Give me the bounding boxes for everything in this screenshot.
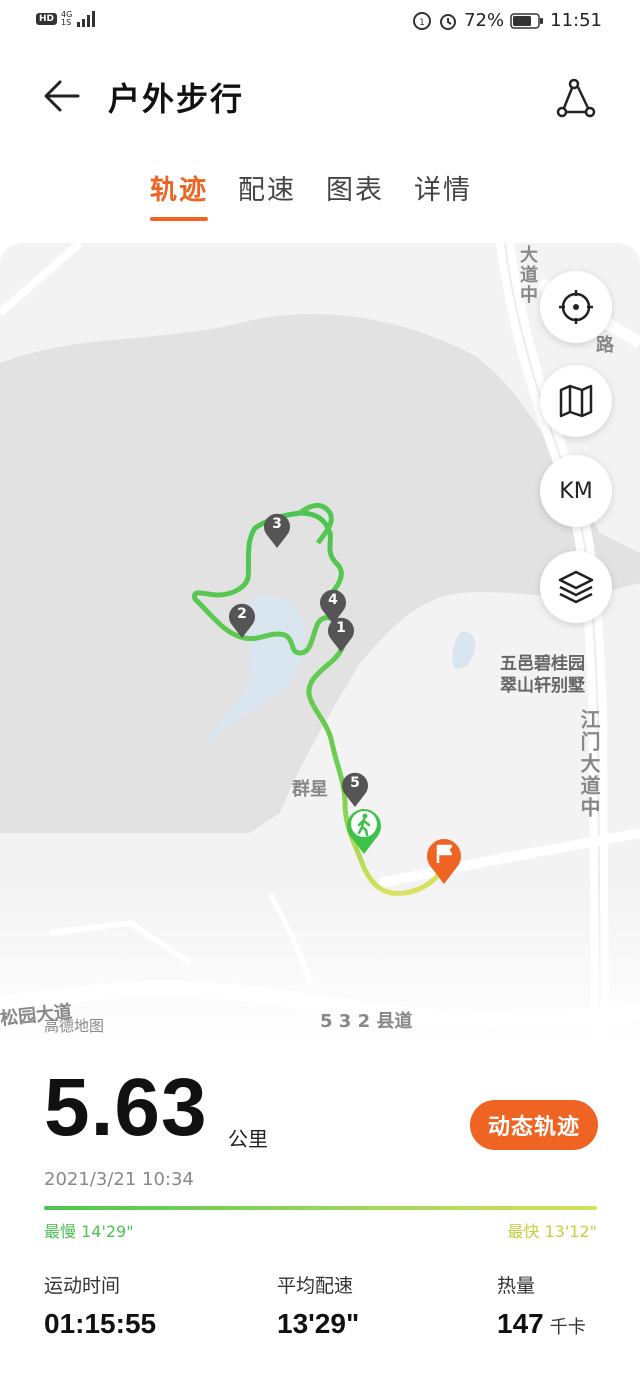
data-saver-icon: 1: [413, 11, 432, 30]
status-right: 1 72% 11:51: [412, 10, 602, 31]
calories-value-row: 147 千卡: [497, 1308, 586, 1340]
back-button[interactable]: [40, 76, 84, 116]
pace-fastest: 最快 13'12": [507, 1222, 597, 1241]
track-replay-button[interactable]: 动态轨迹: [470, 1100, 598, 1150]
layers-icon: [558, 570, 594, 604]
tab-track[interactable]: 轨迹: [150, 168, 208, 221]
metric-avg-pace: 平均配速 13'29": [277, 1271, 359, 1340]
network-sub-label: 1S: [61, 18, 72, 27]
share-icon: [556, 78, 596, 118]
arrow-left-icon: [44, 80, 80, 112]
distance-unit: 公里: [228, 1127, 268, 1151]
map-background: [0, 243, 640, 1043]
distance-value: 5.63: [44, 1062, 208, 1153]
finish-marker[interactable]: [424, 835, 464, 889]
park-label: 群星: [292, 779, 328, 800]
share-button[interactable]: [552, 74, 600, 122]
calories-value: 147: [497, 1308, 544, 1339]
page-title: 户外步行: [108, 80, 245, 118]
status-time: 11:51: [550, 10, 602, 31]
pace-slowest: 最慢 14'29": [44, 1222, 134, 1241]
signal-icon: [77, 11, 96, 27]
status-left: HD 4G 1S: [36, 10, 98, 28]
road-label-county: 5 3 2 县道: [320, 1011, 413, 1032]
map-provider-label: 高德地图: [44, 1017, 105, 1035]
locate-button[interactable]: [540, 271, 612, 343]
pace-gradient-bar: [44, 1206, 597, 1210]
layers-button[interactable]: [540, 551, 612, 623]
workout-datetime: 2021/3/21 10:34: [44, 1169, 194, 1190]
metric-calories: 热量 147 千卡: [497, 1271, 586, 1340]
km-marker-3[interactable]: 3: [262, 511, 292, 549]
estate-label: 五邑碧桂园 翠山轩别墅: [500, 654, 585, 696]
km-marker-label: 5: [350, 775, 360, 791]
km-toggle-label: KM: [559, 478, 593, 504]
km-marker-label: 2: [237, 606, 247, 622]
road-label-avenue: 大道中: [517, 245, 538, 305]
tab-details[interactable]: 详情: [414, 168, 472, 221]
km-marker-4[interactable]: 4: [318, 587, 348, 625]
battery-percent: 72%: [464, 10, 505, 31]
avg-pace-value: 13'29": [277, 1308, 360, 1339]
tab-bar: 轨迹 配速 图表 详情: [150, 168, 472, 221]
km-marker-5[interactable]: 5: [340, 770, 370, 808]
avg-pace-label: 平均配速: [277, 1275, 354, 1297]
road-label-jiangmen: 江门大道中: [577, 709, 601, 819]
tab-pace[interactable]: 配速: [238, 168, 296, 221]
tab-chart[interactable]: 图表: [326, 168, 384, 221]
hd-badge: HD: [36, 13, 58, 25]
map-type-button[interactable]: [540, 365, 612, 437]
calories-unit: 千卡: [549, 1317, 586, 1338]
walker-icon: [347, 809, 381, 854]
calories-label: 热量: [497, 1275, 536, 1297]
metric-duration: 运动时间 01:15:55: [44, 1271, 156, 1340]
map-icon: [559, 384, 593, 418]
km-marker-2[interactable]: 2: [227, 601, 257, 639]
km-marker-label: 3: [272, 516, 282, 532]
duration-value: 01:15:55: [44, 1308, 157, 1339]
status-bar: HD 4G 1S 1 72% 11:51: [0, 0, 640, 44]
alarm-icon: [440, 13, 457, 30]
header: 户外步行: [0, 60, 640, 132]
route-map[interactable]: 大道中 路 五邑碧桂园 翠山轩别墅 江门大道中 群星 松园大道 5 3 2 县道…: [0, 243, 640, 1043]
summary-panel: 5.63 公里 动态轨迹 2021/3/21 10:34 最慢 14'29" 最…: [0, 1043, 640, 1386]
flag-icon: [427, 839, 461, 884]
km-marker-label: 4: [328, 592, 338, 608]
battery-icon: [510, 12, 544, 29]
crosshair-icon: [559, 290, 593, 324]
start-marker[interactable]: [344, 805, 384, 859]
duration-label: 运动时间: [44, 1275, 121, 1297]
network-type: 4G 1S: [61, 11, 72, 27]
km-toggle-button[interactable]: KM: [540, 455, 612, 527]
svg-text:1: 1: [419, 18, 425, 28]
